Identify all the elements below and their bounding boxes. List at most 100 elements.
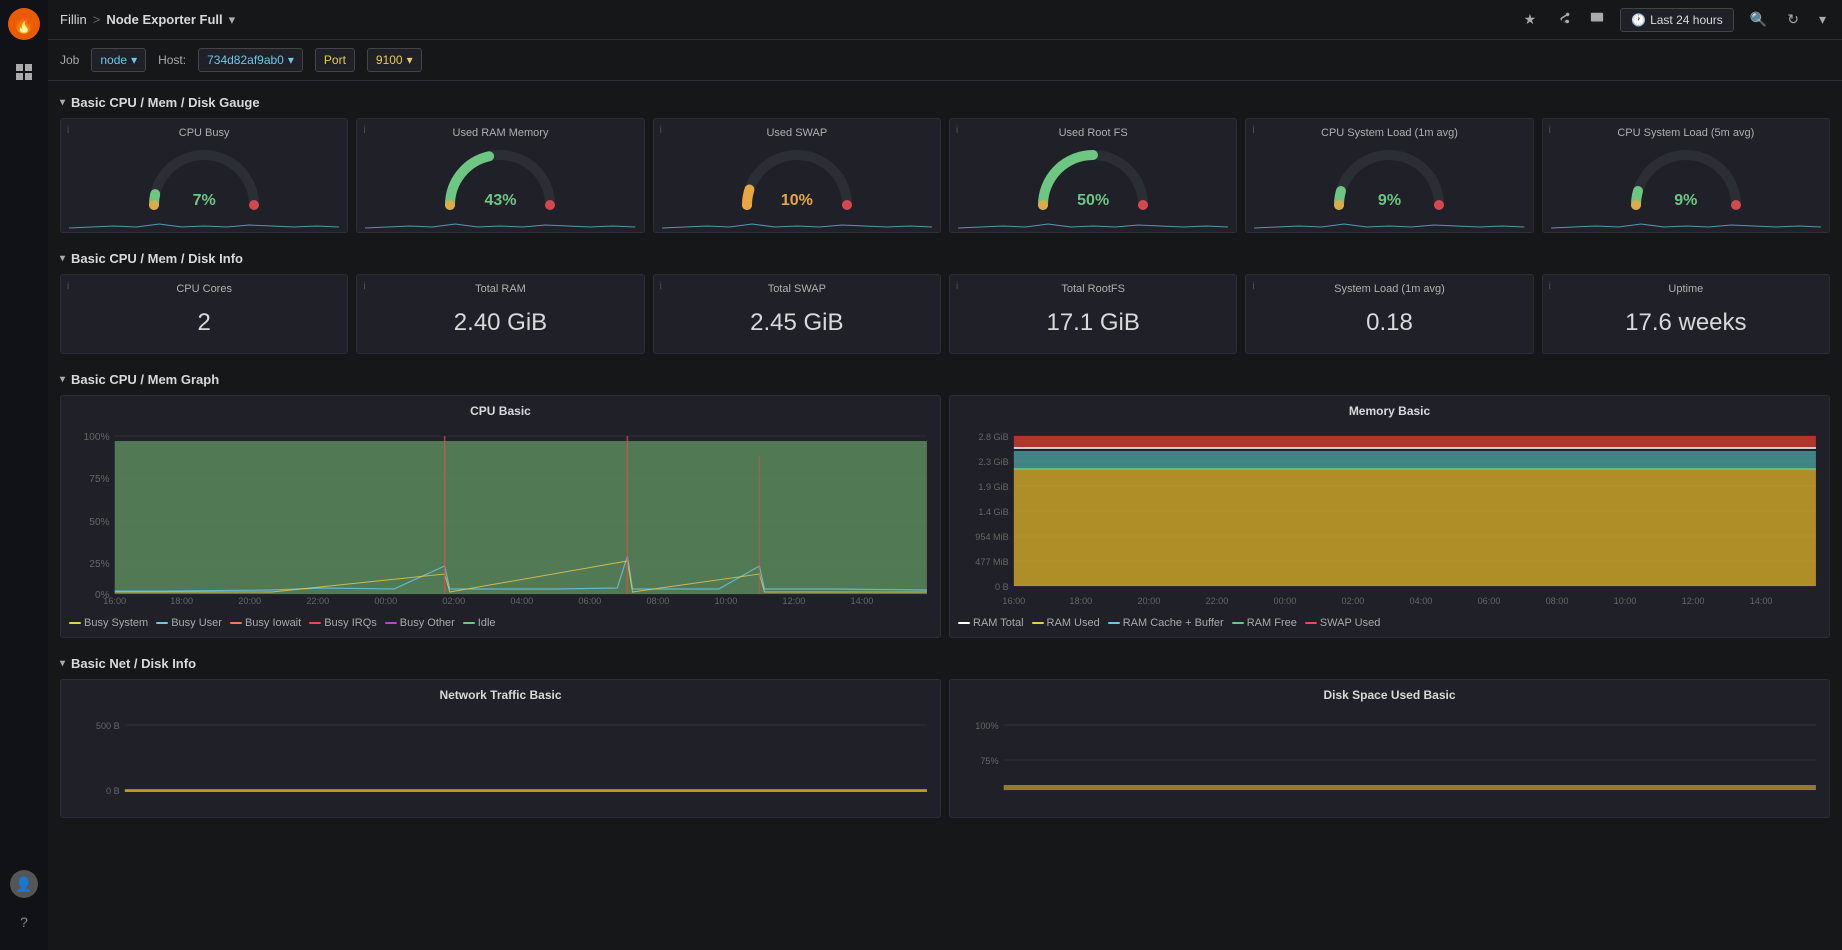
section-info-header[interactable]: ▾ Basic CPU / Mem / Disk Info: [60, 245, 1830, 274]
svg-text:50%: 50%: [89, 517, 109, 528]
time-range-picker[interactable]: 🕐 Last 24 hours: [1620, 8, 1734, 32]
svg-text:954 MiB: 954 MiB: [975, 532, 1008, 542]
svg-text:08:00: 08:00: [1546, 596, 1569, 606]
section-graph-header[interactable]: ▾ Basic CPU / Mem Graph: [60, 366, 1830, 395]
help-icon[interactable]: ?: [8, 906, 40, 938]
section-net-header[interactable]: ▾ Basic Net / Disk Info: [60, 650, 1830, 679]
panel-info-3: i: [956, 125, 958, 136]
info-icon-1: i: [363, 281, 365, 292]
panel-info-5: i: [1549, 125, 1551, 136]
svg-text:12:00: 12:00: [1682, 596, 1705, 606]
info-value-4: 0.18: [1246, 297, 1532, 353]
legend-item: RAM Cache + Buffer: [1108, 617, 1224, 629]
info-value-2: 2.45 GiB: [654, 297, 940, 353]
time-range-label: Last 24 hours: [1650, 13, 1723, 27]
tv-button[interactable]: [1586, 7, 1608, 32]
legend-item: Busy Iowait: [230, 617, 301, 629]
svg-text:2.8 GiB: 2.8 GiB: [978, 432, 1008, 442]
svg-text:02:00: 02:00: [442, 596, 465, 606]
cpu-graph-legend: Busy SystemBusy UserBusy IowaitBusy IRQs…: [61, 613, 940, 637]
svg-text:100%: 100%: [975, 721, 998, 731]
filter-toolbar: Job node ▾ Host: 734d82af9ab0 ▾ Port 910…: [48, 40, 1842, 81]
app-logo[interactable]: 🔥: [8, 8, 40, 40]
job-select[interactable]: node ▾: [91, 48, 146, 72]
section-net-title: Basic Net / Disk Info: [71, 656, 196, 671]
legend-item: Busy Other: [385, 617, 455, 629]
svg-text:75%: 75%: [980, 756, 998, 766]
sidebar-item-grid[interactable]: [8, 56, 40, 88]
svg-text:00:00: 00:00: [1274, 596, 1297, 606]
svg-text:🔥: 🔥: [13, 13, 35, 34]
search-button[interactable]: 🔍: [1746, 7, 1771, 32]
panel-info-1: i: [363, 125, 365, 136]
breadcrumb-dropdown-icon[interactable]: ▾: [229, 12, 236, 28]
disk-graph-svg: 100% 75%: [958, 710, 1821, 810]
info-panel-0: i CPU Cores 2: [60, 274, 348, 354]
gauge-title-1: Used RAM Memory: [357, 119, 643, 141]
info-icon-5: i: [1549, 281, 1551, 292]
cpu-graph-title: CPU Basic: [61, 396, 940, 426]
info-panel-5: i Uptime 17.6 weeks: [1542, 274, 1830, 354]
info-icon-2: i: [660, 281, 662, 292]
legend-item: RAM Total: [958, 617, 1024, 629]
section-gauge-header[interactable]: ▾ Basic CPU / Mem / Disk Gauge: [60, 89, 1830, 118]
info-title-4: System Load (1m avg): [1246, 275, 1532, 297]
info-value-3: 17.1 GiB: [950, 297, 1236, 353]
net-disk-grid: Network Traffic Basic 500 B 0 B: [60, 679, 1830, 818]
breadcrumb-separator: >: [93, 12, 101, 27]
info-panel-2: i Total SWAP 2.45 GiB: [653, 274, 941, 354]
svg-text:22:00: 22:00: [306, 596, 329, 606]
svg-text:477 MiB: 477 MiB: [975, 557, 1008, 567]
svg-text:25%: 25%: [89, 559, 109, 570]
host-label: Host:: [158, 53, 186, 67]
breadcrumb: Fillin > Node Exporter Full ▾: [60, 12, 235, 28]
star-button[interactable]: ★: [1520, 7, 1541, 32]
info-value-1: 2.40 GiB: [357, 297, 643, 353]
user-avatar[interactable]: 👤: [10, 870, 38, 898]
svg-text:06:00: 06:00: [578, 596, 601, 606]
gauge-title-0: CPU Busy: [61, 119, 347, 141]
info-panel-1: i Total RAM 2.40 GiB: [356, 274, 644, 354]
gauge-title-5: CPU System Load (5m avg): [1543, 119, 1829, 141]
port-label-badge: Port: [315, 48, 355, 72]
svg-text:2.3 GiB: 2.3 GiB: [978, 457, 1008, 467]
legend-item: Busy User: [156, 617, 222, 629]
info-title-3: Total RootFS: [950, 275, 1236, 297]
info-icon-3: i: [956, 281, 958, 292]
host-select[interactable]: 734d82af9ab0 ▾: [198, 48, 303, 72]
svg-text:1.4 GiB: 1.4 GiB: [978, 507, 1008, 517]
legend-item: RAM Free: [1232, 617, 1297, 629]
gauge-title-2: Used SWAP: [654, 119, 940, 141]
svg-text:12:00: 12:00: [783, 596, 806, 606]
memory-graph-legend: RAM TotalRAM UsedRAM Cache + BufferRAM F…: [950, 613, 1829, 637]
share-button[interactable]: [1552, 7, 1574, 32]
port-label: Port: [324, 53, 346, 67]
more-button[interactable]: ▾: [1815, 7, 1830, 32]
dashboard-body: ▾ Basic CPU / Mem / Disk Gauge i CPU Bus…: [48, 81, 1842, 950]
panel-info-4: i: [1252, 125, 1254, 136]
graph-grid: CPU Basic 100% 75% 50%: [60, 395, 1830, 638]
memory-graph-title: Memory Basic: [950, 396, 1829, 426]
net-graph-title: Network Traffic Basic: [61, 680, 940, 710]
breadcrumb-app: Fillin: [60, 12, 87, 27]
gauge-panel-5: i CPU System Load (5m avg) 9%: [1542, 118, 1830, 233]
gauge-panel-0: i CPU Busy 7%: [60, 118, 348, 233]
panel-info-0: i: [67, 125, 69, 136]
info-icon-4: i: [1252, 281, 1254, 292]
svg-text:06:00: 06:00: [1478, 596, 1501, 606]
svg-text:04:00: 04:00: [1410, 596, 1433, 606]
cpu-graph-svg: 100% 75% 50% 25% 0%: [69, 426, 932, 606]
svg-text:16:00: 16:00: [1002, 596, 1025, 606]
info-value-0: 2: [61, 297, 347, 353]
host-value: 734d82af9ab0: [207, 53, 284, 67]
refresh-button[interactable]: ↻: [1783, 7, 1803, 32]
legend-item: SWAP Used: [1305, 617, 1381, 629]
section-graph-title: Basic CPU / Mem Graph: [71, 372, 219, 387]
svg-text:1.9 GiB: 1.9 GiB: [978, 482, 1008, 492]
svg-text:08:00: 08:00: [646, 596, 669, 606]
net-graph-svg: 500 B 0 B: [69, 710, 932, 810]
info-value-5: 17.6 weeks: [1543, 297, 1829, 353]
svg-text:14:00: 14:00: [1750, 596, 1773, 606]
port-select[interactable]: 9100 ▾: [367, 48, 422, 72]
info-title-5: Uptime: [1543, 275, 1829, 297]
